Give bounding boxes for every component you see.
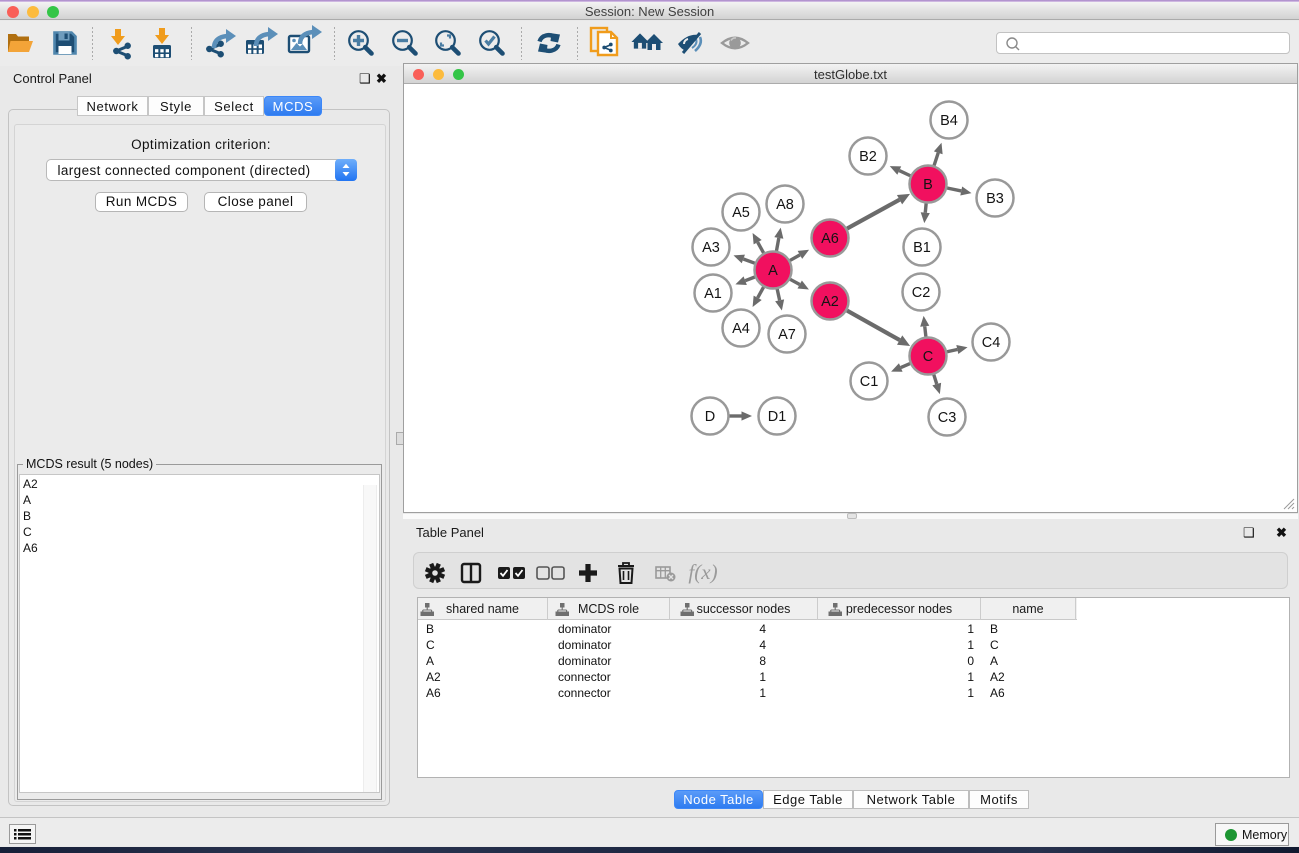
svg-text:B2: B2 bbox=[859, 149, 877, 165]
svg-text:C1: C1 bbox=[860, 374, 879, 390]
svg-text:D1: D1 bbox=[768, 409, 787, 425]
svg-text:f(x): f(x) bbox=[688, 560, 717, 584]
svg-text:A8: A8 bbox=[776, 197, 794, 213]
svg-text:A: A bbox=[768, 263, 778, 279]
svg-text:A3: A3 bbox=[702, 240, 720, 256]
svg-text:B1: B1 bbox=[913, 240, 931, 256]
svg-text:B4: B4 bbox=[940, 113, 958, 129]
svg-text:C4: C4 bbox=[982, 335, 1001, 351]
svg-text:A7: A7 bbox=[778, 327, 796, 343]
svg-text:A2: A2 bbox=[821, 294, 839, 310]
svg-text:B: B bbox=[923, 177, 933, 193]
svg-text:B3: B3 bbox=[986, 191, 1004, 207]
svg-text:C2: C2 bbox=[912, 285, 931, 301]
svg-text:A5: A5 bbox=[732, 205, 750, 221]
svg-text:A6: A6 bbox=[821, 231, 839, 247]
svg-text:D: D bbox=[705, 409, 715, 425]
svg-text:C: C bbox=[923, 349, 933, 365]
svg-text:A1: A1 bbox=[704, 286, 722, 302]
svg-text:C3: C3 bbox=[938, 410, 957, 426]
svg-text:A4: A4 bbox=[732, 321, 750, 337]
